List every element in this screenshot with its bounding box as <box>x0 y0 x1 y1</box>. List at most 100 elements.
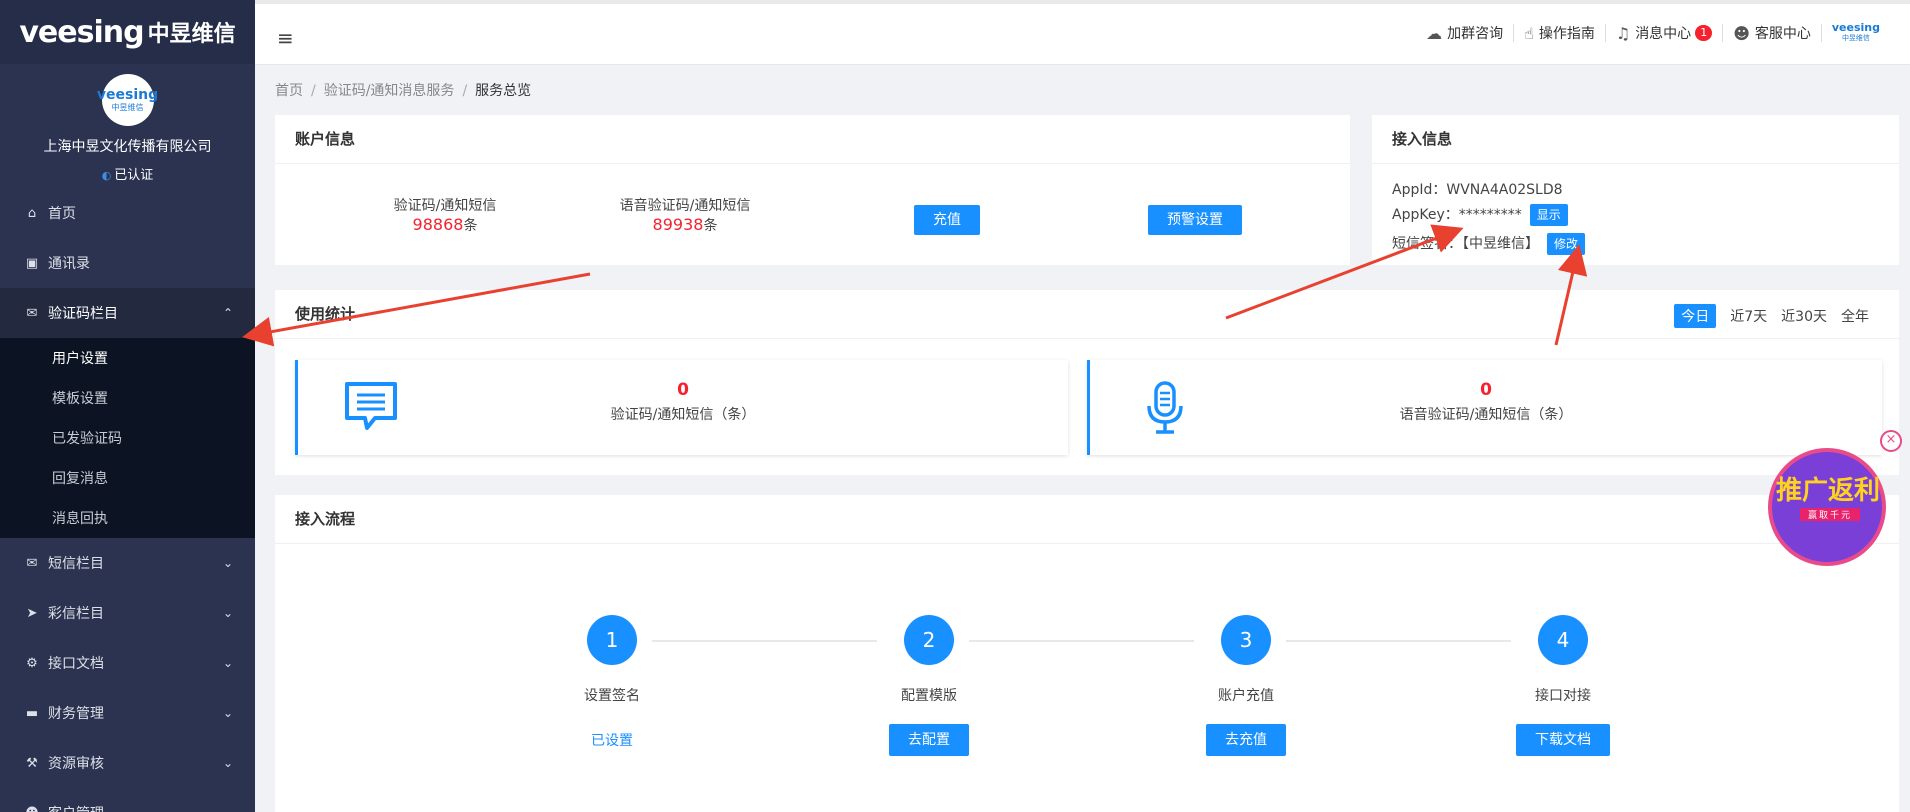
sms-usage-count: 0 <box>677 380 689 400</box>
appkey-value: AppKey：********* <box>1392 207 1522 223</box>
chevron-down-icon: ⌄ <box>222 756 233 770</box>
flow-connector <box>969 640 1194 642</box>
chevron-down-icon: ⌄ <box>222 606 233 620</box>
access-info-title: 接入信息 <box>1372 115 1899 164</box>
sign-value: 短信签名：【中昱维信】 <box>1392 236 1539 252</box>
join-group-label: 加群咨询 <box>1447 26 1504 42</box>
tab-year[interactable]: 全年 <box>1841 306 1869 326</box>
sidebar-item-api-docs[interactable]: ⚙ 接口文档 ⌄ <box>0 638 255 688</box>
promo-circle <box>1768 448 1886 566</box>
step-1-status: 已设置 <box>591 733 633 749</box>
flow-connector <box>652 640 877 642</box>
tab-today[interactable]: 今日 <box>1674 304 1717 328</box>
submenu-item-receipts[interactable]: 消息回执 <box>0 498 255 538</box>
avatar-logo-text: veesing <box>96 86 159 103</box>
recharge-button[interactable]: 充值 <box>914 205 980 235</box>
flow-connector <box>1286 640 1511 642</box>
voice-balance-value: 89938 <box>652 215 704 234</box>
sidebar-item-resource-review[interactable]: ⚒ 资源审核 ⌄ <box>0 738 255 788</box>
voice-usage-label: 语音验证码/通知短信（条） <box>1399 407 1573 423</box>
contacts-icon: ▣ <box>25 255 39 271</box>
shield-icon: ◐ <box>101 169 112 182</box>
mini-logo: veesing 中昱维信 <box>1831 21 1880 43</box>
sidebar-item-finance[interactable]: ▬ 财务管理 ⌄ <box>0 688 255 738</box>
envelope-open-icon: ✉ <box>26 305 38 321</box>
usage-stats-title: 使用统计 <box>275 290 1899 339</box>
chevron-up-icon: ⌃ <box>222 306 233 320</box>
bell-icon: ♫ <box>1615 23 1631 43</box>
step-4-circle: 4 <box>1538 615 1588 665</box>
customer-service-link[interactable]: ☻ 客服中心 <box>1723 23 1822 43</box>
alert-settings-button[interactable]: 预警设置 <box>1148 205 1242 235</box>
sms-balance: 验证码/通知短信 98868条 <box>355 195 535 235</box>
chevron-down-icon: ⌄ <box>222 706 233 720</box>
top-header: ≡ ☁ 加群咨询 ☝ 操作指南 ♫ 消息中心 1 ☻ 客服中心 veesing … <box>255 4 1910 65</box>
guide-link[interactable]: ☝ 操作指南 <box>1514 23 1606 43</box>
chevron-down-icon: ⌄ <box>222 656 233 670</box>
voice-balance-label: 语音验证码/通知短信 <box>619 198 751 214</box>
envelope-icon: ✉ <box>26 555 38 571</box>
step-4-label: 接口对接 <box>1535 688 1591 704</box>
tab-7-days[interactable]: 近7天 <box>1730 306 1767 326</box>
breadcrumb-separator: / <box>311 83 316 99</box>
sidebar-item-contacts[interactable]: ▣ 通讯录 <box>0 238 255 288</box>
configure-template-button[interactable]: 去配置 <box>889 724 969 756</box>
logo[interactable]: veesing 中昱维信 <box>0 0 255 64</box>
account-info-card: 账户信息 验证码/通知短信 98868条 语音验证码/通知短信 89938条 充… <box>275 115 1350 265</box>
promo-title: 推广返利 <box>1775 476 1880 506</box>
message-center-label: 消息中心 <box>1635 26 1692 42</box>
usage-stats-card: 使用统计 今日 近7天 近30天 全年 0 验证码/通知短信（条） 0 语音验证… <box>275 290 1899 475</box>
breadcrumb-home[interactable]: 首页 <box>275 83 303 99</box>
breadcrumb-current: 服务总览 <box>475 83 532 99</box>
breadcrumb-service[interactable]: 验证码/通知消息服务 <box>324 83 455 99</box>
submenu-item-sent-codes[interactable]: 已发验证码 <box>0 418 255 458</box>
breadcrumb-separator: / <box>462 83 468 99</box>
download-docs-button[interactable]: 下载文档 <box>1516 724 1610 756</box>
promo-badge[interactable]: 推广返利 赢取千元 × <box>1752 430 1902 566</box>
join-group-link[interactable]: ☁ 加群咨询 <box>1416 24 1515 43</box>
send-icon: ➤ <box>26 605 38 621</box>
menu-collapse-icon[interactable]: ≡ <box>277 26 294 50</box>
submenu-item-replies[interactable]: 回复消息 <box>0 458 255 498</box>
sms-balance-value: 98868 <box>412 215 464 234</box>
step-1-label: 设置签名 <box>584 688 640 704</box>
sidebar-menu: ⌂ 首页 ▣ 通讯录 ✉ 验证码栏目 ⌃ 用户设置 模板设置 已发验证码 回复消… <box>0 188 255 812</box>
step-2-label: 配置模版 <box>901 688 957 704</box>
tab-30-days[interactable]: 近30天 <box>1781 306 1827 326</box>
step-2-circle: 2 <box>904 615 954 665</box>
sidebar-item-label: 短信栏目 <box>48 556 104 572</box>
submenu-item-user-settings[interactable]: 用户设置 <box>0 338 255 378</box>
close-icon[interactable]: × <box>1880 430 1902 452</box>
sidebar-item-customers[interactable]: ☻ 客户管理 ⌄ <box>0 788 255 812</box>
chevron-down-icon: ⌄ <box>223 806 233 812</box>
hand-pointer-icon: ☝ <box>1524 23 1534 43</box>
avatar: veesing 中昱维信 <box>97 74 158 126</box>
message-center-link[interactable]: ♫ 消息中心 1 <box>1606 23 1724 43</box>
home-icon: ⌂ <box>27 205 37 221</box>
sidebar-item-sms[interactable]: ✉ 短信栏目 ⌄ <box>0 538 255 588</box>
user-icon: ☻ <box>24 806 40 812</box>
show-key-button[interactable]: 显示 <box>1529 204 1568 226</box>
header-mini-logo[interactable]: veesing 中昱维信 <box>1822 21 1890 43</box>
edit-sign-button[interactable]: 修改 <box>1547 233 1586 255</box>
sidebar-item-label: 通讯录 <box>48 256 90 272</box>
sidebar-item-mms[interactable]: ➤ 彩信栏目 ⌄ <box>0 588 255 638</box>
submenu-item-template-settings[interactable]: 模板设置 <box>0 378 255 418</box>
guide-label: 操作指南 <box>1538 26 1595 42</box>
sidebar-item-label: 资源审核 <box>48 756 104 772</box>
sidebar-item-label: 彩信栏目 <box>48 606 104 622</box>
credit-card-icon: ▬ <box>25 705 39 721</box>
mini-logo-sub: 中昱维信 <box>1841 34 1870 42</box>
sidebar-item-label: 接口文档 <box>48 656 104 672</box>
sidebar-item-verification[interactable]: ✉ 验证码栏目 ⌃ <box>0 288 255 338</box>
user-service-icon: ☻ <box>1733 23 1750 43</box>
sidebar-item-home[interactable]: ⌂ 首页 <box>0 188 255 238</box>
account-info-title: 账户信息 <box>275 115 1350 164</box>
step-1-circle: 1 <box>587 615 637 665</box>
header-nav: ☁ 加群咨询 ☝ 操作指南 ♫ 消息中心 1 ☻ 客服中心 veesing 中昱… <box>1416 21 1890 43</box>
verified-label: 已认证 <box>114 168 154 183</box>
voice-balance-unit: 条 <box>703 218 718 234</box>
promo-subtitle: 赢取千元 <box>1800 508 1860 521</box>
mini-logo-text: veesing <box>1831 21 1880 34</box>
go-recharge-button[interactable]: 去充值 <box>1206 724 1286 756</box>
